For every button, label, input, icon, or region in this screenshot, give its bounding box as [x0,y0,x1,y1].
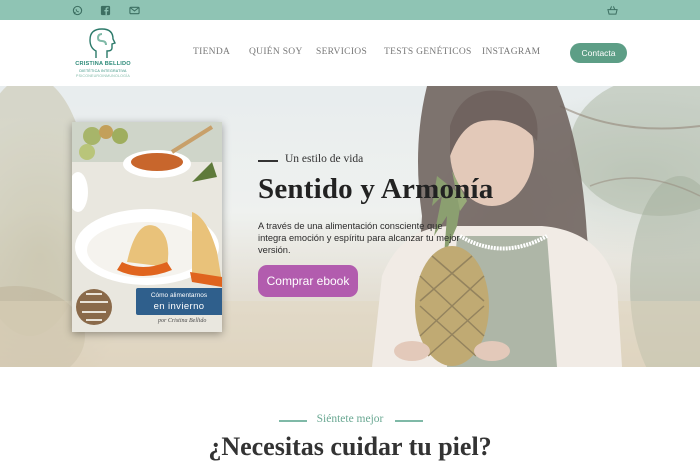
logo-subtitle-1: DIETÉTICA INTEGRATIVA [79,69,127,73]
top-bar [0,0,700,20]
logo-name: CRISTINA BELLIDO [75,61,131,67]
site-header: CRISTINA BELLIDO DIETÉTICA INTEGRATIVA P… [0,20,700,86]
nav-tests-geneticos[interactable]: TESTS GENÉTICOS [384,47,472,57]
ebook-title-line-2: en invierno [153,301,205,312]
logo-subtitle-2: PSICONEUROINMUNOLOGÍA [76,74,130,78]
buy-ebook-button[interactable]: Comprar ebook [258,265,358,297]
ebook-title-banner: Cómo alimentarnos en invierno [136,288,222,315]
section-kicker-line-right [395,420,423,422]
hero-description: A través de una alimentación consciente … [258,221,460,255]
hero-kicker: Un estilo de vida [285,153,364,165]
hero-section: Cómo alimentarnos en invierno por Cristi… [0,86,700,367]
ebook-signature: por Cristina Bellido [158,318,207,324]
shopping-basket-icon[interactable] [605,3,619,17]
whatsapp-icon[interactable] [70,3,84,17]
site-logo[interactable]: CRISTINA BELLIDO DIETÉTICA INTEGRATIVA P… [72,26,134,84]
hero-title: Sentido y Armonía [258,173,494,205]
section-title: ¿Necesitas cuidar tu piel? [208,432,492,461]
ebook-title-line-1: Cómo alimentarnos [150,292,208,299]
ebook-cover[interactable]: Cómo alimentarnos en invierno por Cristi… [72,122,222,332]
head-profile-logo-icon [89,28,116,58]
section-kicker: Siéntete mejor [316,413,384,425]
contact-button[interactable]: Contacta [570,43,627,63]
nav-tienda[interactable]: TIENDA [193,47,230,57]
nav-instagram[interactable]: INSTAGRAM [482,47,540,57]
facebook-icon[interactable] [98,3,112,17]
hero-kicker-line [258,160,278,162]
nav-servicios[interactable]: SERVICIOS [316,47,367,57]
nav-quien-soy[interactable]: QUIÉN SOY [249,47,303,57]
mail-icon[interactable] [127,3,141,17]
